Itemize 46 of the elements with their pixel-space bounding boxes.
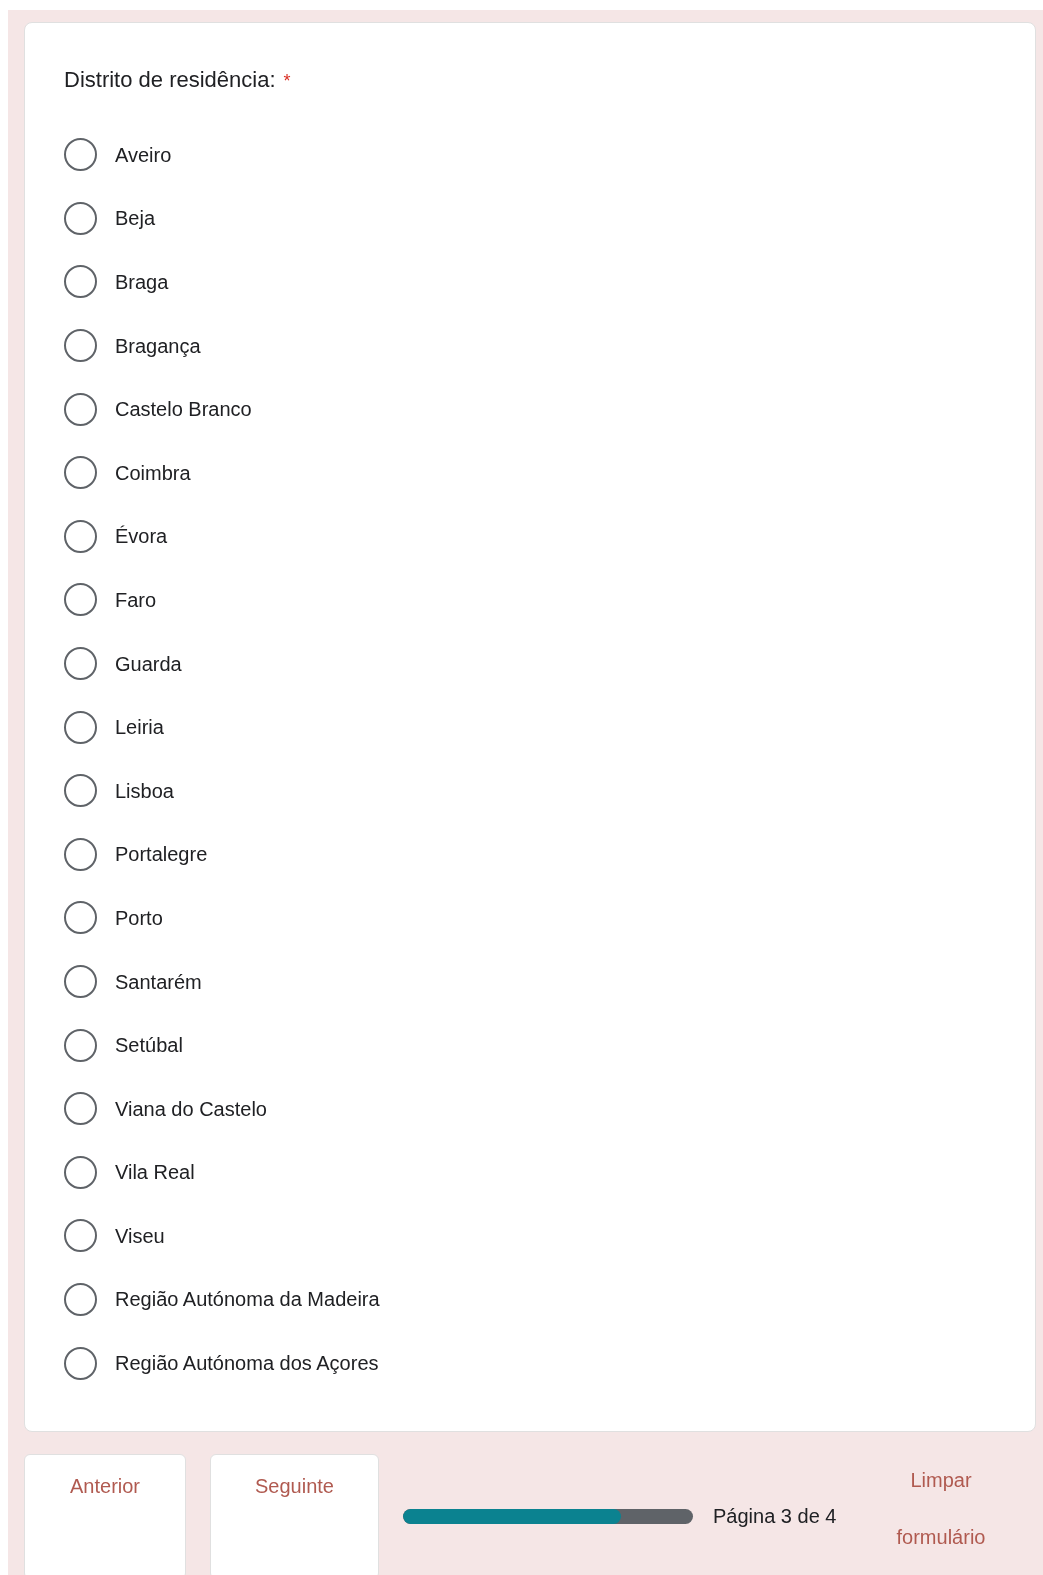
option-label: Aveiro (115, 142, 172, 168)
nav-button[interactable]: Anterior (24, 1454, 186, 1575)
radio-button[interactable] (64, 901, 97, 935)
option-label: Região Autónoma dos Açores (115, 1351, 379, 1377)
option-label: Coimbra (115, 460, 191, 486)
radio-button[interactable] (64, 710, 97, 744)
option-label: Faro (115, 587, 157, 613)
radio-button[interactable] (64, 1092, 97, 1126)
option-label: Porto (115, 905, 163, 931)
option-label: Região Autónoma da Madeira (115, 1287, 380, 1313)
radio-button[interactable] (64, 1346, 97, 1380)
radio-button[interactable] (64, 138, 97, 172)
option-label: Viana do Castelo (115, 1096, 267, 1122)
option-label: Braga (115, 270, 169, 295)
option-label: Vila Real (115, 1160, 195, 1186)
radio-button[interactable] (64, 1028, 97, 1062)
radio-button[interactable] (64, 774, 97, 808)
radio-button[interactable] (64, 647, 97, 681)
radio-button[interactable] (64, 1219, 97, 1253)
radio-button[interactable] (64, 456, 97, 490)
option-label: Viseu (115, 1223, 165, 1249)
radio-button[interactable] (64, 519, 97, 553)
radio-button[interactable] (64, 837, 97, 871)
option-label: Lisboa (115, 778, 174, 804)
radio-button[interactable] (64, 265, 97, 299)
radio-button[interactable] (64, 583, 97, 617)
radio-button[interactable] (64, 329, 97, 363)
radio-button[interactable] (64, 201, 97, 235)
option-label: Castelo Branco (115, 397, 252, 423)
required-mark: * (283, 70, 291, 93)
option-label: Portalegre (115, 842, 208, 868)
option-label: Évora (115, 524, 168, 550)
option-label: Guarda (115, 651, 182, 677)
option-label: Setúbal (115, 1033, 183, 1059)
page-indicator: Página 3 de 4 (713, 1504, 837, 1529)
question-title: Distrito de residência: (64, 66, 276, 94)
radio-button[interactable] (64, 1283, 97, 1316)
radio-button[interactable] (64, 1155, 97, 1189)
radio-button[interactable] (64, 392, 97, 426)
radio-button[interactable] (64, 965, 97, 998)
option-label: Bragança (115, 333, 201, 359)
nav-button[interactable]: Seguinte (210, 1454, 379, 1575)
option-label: Leiria (115, 715, 164, 741)
clear-form-link[interactable]: Limpar formulário (876, 1452, 1006, 1566)
option-label: Santarém (115, 969, 202, 995)
option-label: Beja (115, 206, 156, 232)
